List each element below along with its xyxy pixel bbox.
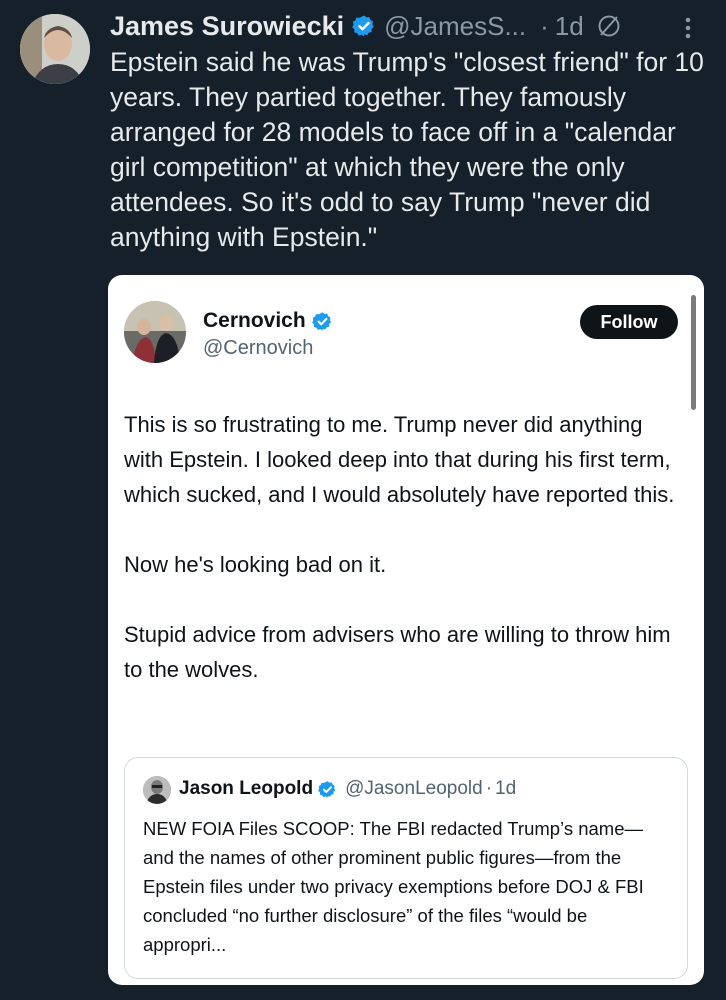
quoted-author-avatar[interactable]	[124, 301, 186, 363]
nested-avatar-image	[143, 776, 171, 804]
nested-timestamp[interactable]: 1d	[495, 778, 516, 800]
tweet-header: James Surowiecki @JamesS... · 1d	[110, 6, 622, 46]
author-avatar-image	[20, 14, 90, 84]
verified-badge-icon	[352, 15, 374, 37]
quoted-author-handle[interactable]: @Cernovich	[203, 337, 313, 360]
nested-author-handle[interactable]: @JasonLeopold	[345, 778, 483, 800]
quoted-paragraph: Now he's looking bad on it.	[124, 552, 387, 577]
verified-badge-icon	[318, 780, 336, 798]
follow-button[interactable]: Follow	[580, 305, 678, 339]
quoted-paragraph: Stupid advice from advisers who are will…	[124, 622, 671, 682]
quoted-paragraph: This is so frustrating to me. Trump neve…	[124, 412, 675, 507]
nested-author-avatar[interactable]	[143, 776, 171, 804]
scrollbar[interactable]	[691, 295, 696, 410]
no-sign-icon	[598, 15, 620, 37]
tweet-timestamp[interactable]: 1d	[555, 11, 584, 42]
quoted-avatar-image	[124, 301, 186, 363]
nested-quoted-post-card[interactable]: Jason Leopold @JasonLeopold · 1d NEW FOI…	[124, 757, 688, 979]
verified-badge-icon	[311, 311, 331, 331]
author-name[interactable]: James Surowiecki	[110, 11, 344, 42]
nested-author-header: Jason Leopold @JasonLeopold · 1d	[179, 778, 516, 800]
tweet-text: Epstein said he was Trump's "closest fri…	[110, 47, 704, 252]
more-options-icon[interactable]	[676, 14, 700, 42]
author-avatar[interactable]	[20, 14, 90, 84]
quoted-post-card[interactable]: Cernovich @Cernovich Follow This is so f…	[108, 275, 704, 985]
author-handle[interactable]: @JamesS...	[384, 11, 526, 42]
quoted-author-header: Cernovich	[203, 309, 333, 333]
separator-dot: ·	[485, 778, 493, 799]
quoted-post-text: This is so frustrating to me. Trump neve…	[124, 407, 684, 687]
quoted-author-name[interactable]: Cernovich	[203, 309, 306, 333]
nested-post-text: NEW FOIA Files SCOOP: The FBI redacted T…	[143, 818, 644, 955]
separator-dot: ·	[540, 10, 549, 41]
nested-author-name[interactable]: Jason Leopold	[179, 778, 313, 800]
